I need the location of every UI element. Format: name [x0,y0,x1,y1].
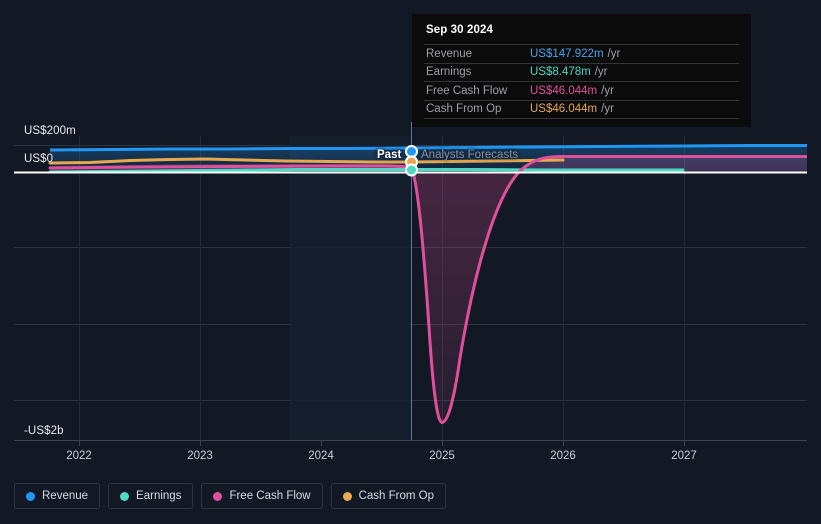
tooltip-row-revenue: Revenue US$147.922m /yr [424,44,739,63]
legend-item-cash-from-op[interactable]: Cash From Op [330,483,447,509]
tooltip-row-earnings: Earnings US$8.478m /yr [424,62,739,82]
legend-item-free-cash-flow[interactable]: Free Cash Flow [201,483,323,509]
chart-tooltip: Sep 30 2024 Revenue US$147.922m /yr Earn… [412,14,751,127]
legend-dot-revenue [26,491,35,501]
tooltip-unit-cash-from-op: /yr [601,103,614,116]
legend-dot-cash-from-op [342,491,352,501]
past-region-band [290,136,411,440]
legend-label-earnings: Earnings [136,490,182,502]
chart-legend: Revenue Earnings Free Cash Flow Cash Fro… [14,483,447,509]
tooltip-value-earnings: US$8.478m [530,66,591,79]
y-axis-label-bottom: -US$2b [24,425,64,437]
tooltip-row-cash-from-op: Cash From Op US$46.044m /yr [424,99,739,119]
tooltip-row-free-cash-flow: Free Cash Flow US$46.044m /yr [424,81,739,100]
analysts-forecasts-label: Analysts Forecasts [421,149,519,161]
tooltip-value-free-cash-flow: US$46.044m [530,84,598,97]
legend-item-earnings[interactable]: Earnings [108,483,194,509]
tooltip-unit-earnings: /yr [594,66,608,79]
x-axis-label-2026: 2026 [550,450,576,462]
x-axis-label-2024: 2024 [308,450,334,462]
legend-dot-earnings [120,491,130,501]
legend-label-revenue: Revenue [42,490,89,502]
tooltip-label-earnings: Earnings [426,66,472,79]
tooltip-value-revenue: US$147.922m [530,47,604,60]
y-axis-label-top: US$200m [24,125,76,137]
revenue-marker-dot [405,145,418,158]
x-axis-label-2023: 2023 [187,450,213,462]
x-axis-label-2022: 2022 [66,450,92,462]
x-axis-label-2027: 2027 [671,450,697,462]
past-label: Past [377,149,402,161]
x-axis-label-2025: 2025 [429,450,455,462]
tooltip-unit-free-cash-flow: /yr [601,84,614,97]
tooltip-date: Sep 30 2024 [426,24,493,36]
legend-item-revenue[interactable]: Revenue [14,483,101,509]
free-cash-flow-area [50,156,807,422]
tooltip-label-revenue: Revenue [426,47,473,60]
legend-label-cash-from-op: Cash From Op [358,490,435,502]
tooltip-label-free-cash-flow: Free Cash Flow [426,84,508,97]
tooltip-value-cash-from-op: US$46.044m [530,103,598,116]
legend-label-free-cash-flow: Free Cash Flow [229,490,311,502]
chart-screenshot: US$200m US$0 -US$2b 2022 2023 2024 2025 … [0,0,821,524]
y-axis-label-zero: US$0 [24,153,54,165]
earnings-marker-dot [405,163,418,177]
legend-dot-free-cash-flow [213,491,223,501]
tooltip-label-cash-from-op: Cash From Op [426,103,502,116]
tooltip-unit-revenue: /yr [607,47,621,60]
